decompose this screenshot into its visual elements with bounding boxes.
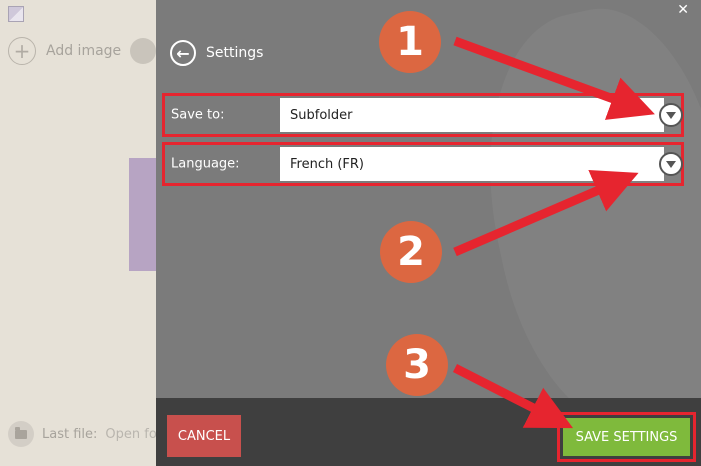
add-image-button[interactable]: + Add image [8,37,121,65]
save-settings-highlight: SAVE SETTINGS [557,412,696,462]
language-value: French (FR) [290,156,365,172]
chevron-down-icon[interactable] [659,103,683,127]
plus-icon: + [8,37,36,65]
language-dropdown[interactable]: French (FR) [280,147,664,181]
image-thumbnail [129,158,157,271]
last-file-row: Last file: Open fo [8,421,157,447]
background-app: + Add image Last file: Open fo [0,0,160,466]
save-to-row: Save to: Subfolder [162,93,684,137]
page-title: Settings [206,45,264,61]
open-file-link[interactable]: Open fo [105,427,156,442]
background-decoration [454,0,701,450]
step-badge-2: 2 [380,221,442,283]
save-to-dropdown[interactable]: Subfolder [280,98,664,132]
language-row: Language: French (FR) [162,142,684,186]
step-badge-1: 1 [379,11,441,73]
folder-icon[interactable] [8,421,34,447]
close-icon[interactable]: ✕ [677,2,689,18]
settings-header: ← Settings [170,40,263,66]
step-badge-3: 3 [386,334,448,396]
save-settings-button[interactable]: SAVE SETTINGS [563,418,690,456]
last-file-label: Last file: [42,426,98,442]
folder-icon[interactable] [130,38,156,64]
app-logo-icon [8,6,24,22]
save-to-label: Save to: [171,107,225,123]
chevron-down-icon[interactable] [659,152,683,176]
language-label: Language: [171,156,240,172]
save-to-value: Subfolder [290,107,353,123]
back-arrow-icon[interactable]: ← [170,40,196,66]
cancel-button[interactable]: CANCEL [167,415,241,457]
add-image-label: Add image [46,43,122,59]
settings-footer: CANCEL SAVE SETTINGS [156,398,701,466]
